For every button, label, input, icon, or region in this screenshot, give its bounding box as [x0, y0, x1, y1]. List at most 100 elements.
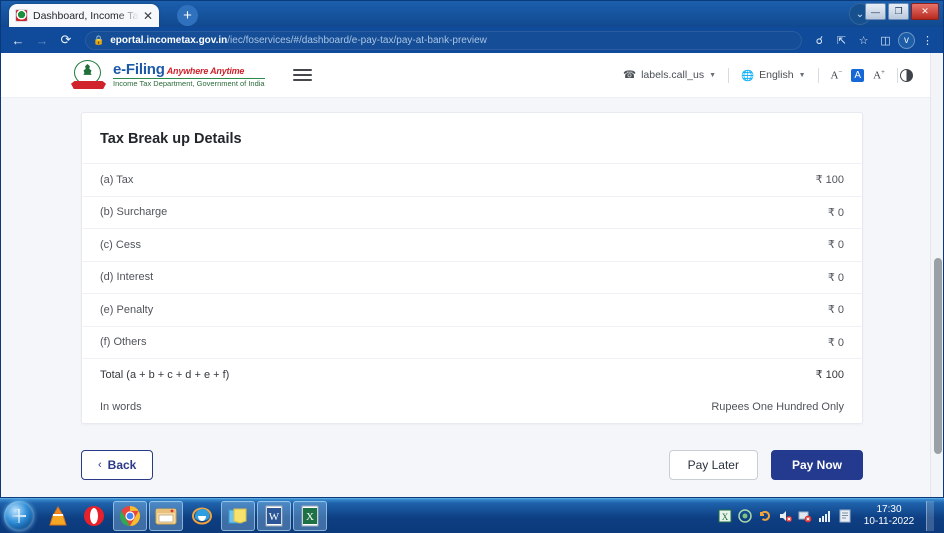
row-label: (f) Others	[100, 336, 146, 348]
word-icon: W	[264, 505, 284, 527]
divider	[897, 68, 898, 83]
row-label: (d) Interest	[100, 271, 153, 283]
site-header: e-FilingAnywhere Anytime Income Tax Depa…	[1, 53, 943, 98]
back-button[interactable]: ‹ Back	[81, 450, 153, 480]
taskbar-item-internet-explorer[interactable]	[185, 501, 219, 531]
in-words-value: Rupees One Hundred Only	[711, 401, 844, 413]
table-row: (e) Penalty ₹ 0	[82, 293, 862, 326]
total-label: Total (a + b + c + d + e + f)	[100, 369, 229, 381]
tab-title: Dashboard, Income Tax Portal, G	[33, 10, 139, 22]
in-words-label: In words	[100, 401, 142, 413]
action-bar: ‹ Back Pay Later Pay Now	[81, 450, 863, 480]
call-us-label: labels.call_us	[641, 69, 704, 81]
close-icon[interactable]: ✕	[143, 10, 153, 22]
tax-breakup-card: Tax Break up Details (a) Tax ₹ 100 (b) S…	[81, 112, 863, 424]
browser-tab[interactable]: Dashboard, Income Tax Portal, G ✕	[9, 4, 159, 27]
windows-taskbar: W X X	[0, 498, 944, 533]
bookmark-star-icon[interactable]: ☆	[854, 31, 873, 50]
address-bar[interactable]: 🔒 eportal.incometax.gov.in/iec/foservice…	[85, 31, 802, 50]
maximize-button[interactable]: ❐	[888, 3, 909, 20]
contrast-toggle-icon[interactable]	[900, 69, 913, 82]
minimize-button[interactable]: —	[865, 3, 886, 20]
row-label: (e) Penalty	[100, 304, 153, 316]
font-decrease-button[interactable]: A−	[831, 68, 843, 82]
close-window-button[interactable]: ✕	[911, 3, 939, 20]
call-us-dropdown[interactable]: ☎ labels.call_us ▼	[611, 69, 728, 81]
chevron-left-icon: ‹	[98, 459, 102, 471]
pay-now-button[interactable]: Pay Now	[771, 450, 863, 480]
taskbar-item-file-explorer[interactable]	[149, 501, 183, 531]
side-panel-icon[interactable]: ◫	[876, 31, 895, 50]
volume-muted-icon[interactable]	[778, 509, 792, 523]
font-size-controls: A− A A+	[819, 68, 897, 82]
efiling-logo[interactable]: e-FilingAnywhere Anytime Income Tax Depa…	[71, 60, 265, 90]
taskbar-clock[interactable]: 17:30 10-11-2022	[858, 504, 916, 529]
svg-text:X: X	[306, 511, 314, 523]
shield-tray-icon[interactable]	[738, 509, 752, 523]
header-utilities: ☎ labels.call_us ▼ 🌐 English ▼ A− A A	[611, 68, 927, 83]
row-value: ₹ 0	[828, 238, 844, 251]
row-value: ₹ 0	[828, 303, 844, 316]
vlc-cone-icon	[48, 505, 68, 527]
row-label: (b) Surcharge	[100, 206, 167, 218]
page-viewport: e-FilingAnywhere Anytime Income Tax Depa…	[1, 53, 943, 498]
table-row: (c) Cess ₹ 0	[82, 228, 862, 261]
taskbar-item-opera-browser[interactable]	[77, 501, 111, 531]
font-increase-button[interactable]: A+	[873, 68, 885, 82]
toolbar-actions: ☌ ⇱ ☆ ◫ v ⋮	[810, 31, 937, 50]
brand-text: e-FilingAnywhere Anytime Income Tax Depa…	[113, 62, 265, 89]
profile-avatar[interactable]: v	[898, 32, 915, 49]
brand-subtitle: Income Tax Department, Government of Ind…	[113, 78, 265, 88]
lock-icon: 🔒	[93, 35, 104, 46]
start-button[interactable]	[4, 501, 34, 531]
brand-tagline: Anywhere Anytime	[167, 66, 245, 76]
page-title: Tax Break up Details	[82, 113, 862, 163]
sticky-notes-icon	[227, 506, 249, 526]
table-row: (f) Others ₹ 0	[82, 326, 862, 359]
taskbar-item-microsoft-word[interactable]: W	[257, 501, 291, 531]
taskbar-item-vlc-media-player[interactable]	[41, 501, 75, 531]
pay-later-button[interactable]: Pay Later	[669, 450, 758, 480]
window-controls: — ❐ ✕	[865, 3, 939, 20]
excel-tray-icon[interactable]: X	[718, 509, 732, 523]
in-words-row: In words Rupees One Hundred Only	[82, 391, 862, 424]
row-value: ₹ 0	[828, 206, 844, 219]
hamburger-menu-icon[interactable]	[293, 69, 312, 81]
phone-icon: ☎	[623, 69, 636, 81]
password-key-icon[interactable]: ☌	[810, 31, 829, 50]
share-icon[interactable]: ⇱	[832, 31, 851, 50]
brand-title: e-Filing	[113, 61, 165, 78]
taskbar-item-sticky-notes[interactable]	[221, 501, 255, 531]
svg-text:W: W	[269, 511, 280, 523]
clock-date: 10-11-2022	[862, 516, 916, 529]
row-label: (a) Tax	[100, 174, 133, 186]
forward-icon[interactable]: →	[31, 29, 53, 51]
svg-text:X: X	[722, 512, 729, 522]
folder-icon	[155, 506, 177, 526]
action-center-icon[interactable]	[838, 509, 852, 523]
url-host: eportal.incometax.gov.in	[110, 35, 227, 46]
chrome-icon	[119, 505, 141, 527]
back-button-label: Back	[108, 458, 137, 472]
show-desktop-button[interactable]	[926, 501, 934, 531]
total-value: ₹ 100	[816, 368, 844, 381]
row-value: ₹ 0	[828, 336, 844, 349]
new-tab-button[interactable]: +	[177, 5, 198, 26]
taskbar-item-microsoft-excel[interactable]: X	[293, 501, 327, 531]
network-error-icon[interactable]	[798, 509, 812, 523]
scrollbar-thumb[interactable]	[934, 258, 942, 454]
sync-tray-icon[interactable]	[758, 509, 772, 523]
browser-menu-icon[interactable]: ⋮	[918, 31, 937, 50]
back-icon[interactable]: ←	[7, 29, 29, 51]
income-tax-favicon-icon	[15, 9, 28, 22]
reload-icon[interactable]: ⟳	[55, 29, 77, 51]
page-scrollbar[interactable]	[930, 53, 943, 498]
language-dropdown[interactable]: 🌐 English ▼	[729, 69, 817, 82]
chevron-down-icon: ▼	[799, 72, 806, 79]
page-content: Tax Break up Details (a) Tax ₹ 100 (b) S…	[1, 98, 943, 480]
font-normal-button[interactable]: A	[851, 69, 864, 82]
row-value: ₹ 100	[816, 173, 844, 186]
system-tray: X	[718, 501, 940, 531]
signal-bars-icon[interactable]	[818, 509, 832, 523]
taskbar-item-google-chrome[interactable]	[113, 501, 147, 531]
